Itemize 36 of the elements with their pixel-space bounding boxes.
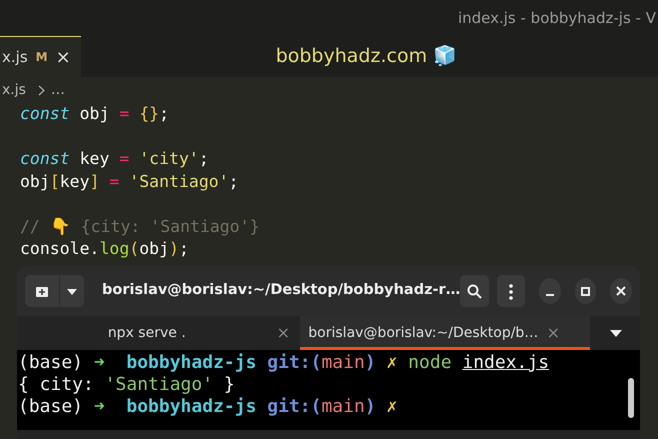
chevron-icon — [38, 84, 45, 96]
editor-tab[interactable]: x.js M × — [0, 36, 81, 77]
banner-text: bobbyhadz.com 🧊 — [276, 44, 458, 70]
maximize-icon — [580, 286, 590, 296]
breadcrumb-item[interactable]: … — [50, 80, 65, 100]
minimize-button[interactable] — [538, 278, 561, 304]
dropdown-icon[interactable] — [610, 330, 622, 336]
window-title: index.js - bobbyhadz-js - V — [458, 8, 656, 29]
terminal-line: (base) ➜ bobbyhadz-js git:(main) ✗ node index.js — [18, 352, 550, 374]
menu-icon — [508, 284, 513, 300]
maximize-button[interactable] — [574, 278, 596, 304]
modified-label: M — [36, 49, 48, 66]
code-line: obj[key] = 'Santiago'; — [20, 170, 239, 192]
close-icon[interactable]: × — [276, 321, 290, 345]
close-icon[interactable]: × — [546, 321, 560, 345]
search-icon — [466, 284, 482, 300]
plus-icon — [35, 286, 49, 298]
breadcrumb-item[interactable]: x.js — [2, 80, 26, 100]
code-line: // 👇 {city: 'Santiago'} — [20, 216, 260, 238]
terminal-line: (base) ➜ bobbyhadz-js git:(main) ✗ — [18, 396, 398, 418]
code-line: console.log(obj); — [20, 238, 189, 260]
new-tab-button[interactable] — [25, 275, 59, 307]
minimize-icon — [546, 294, 554, 296]
terminal-line: { city: 'Santiago' } — [18, 374, 235, 396]
terminal-tab[interactable]: borislav@borislav:~/Desktop/b… × — [300, 316, 590, 350]
close-button[interactable] — [610, 278, 632, 304]
scrollbar[interactable] — [628, 378, 634, 418]
code-line: const obj = {}; — [20, 103, 170, 125]
close-icon[interactable]: × — [56, 44, 71, 70]
menu-button[interactable] — [496, 275, 525, 307]
search-button[interactable] — [460, 275, 489, 307]
code-line: const key = 'city'; — [20, 148, 209, 170]
close-icon — [616, 286, 626, 296]
dropdown-button[interactable] — [60, 275, 84, 307]
terminal-title: borislav@borislav:~/Desktop/bobbyhadz-r… — [102, 281, 460, 300]
caret-icon — [67, 288, 77, 295]
